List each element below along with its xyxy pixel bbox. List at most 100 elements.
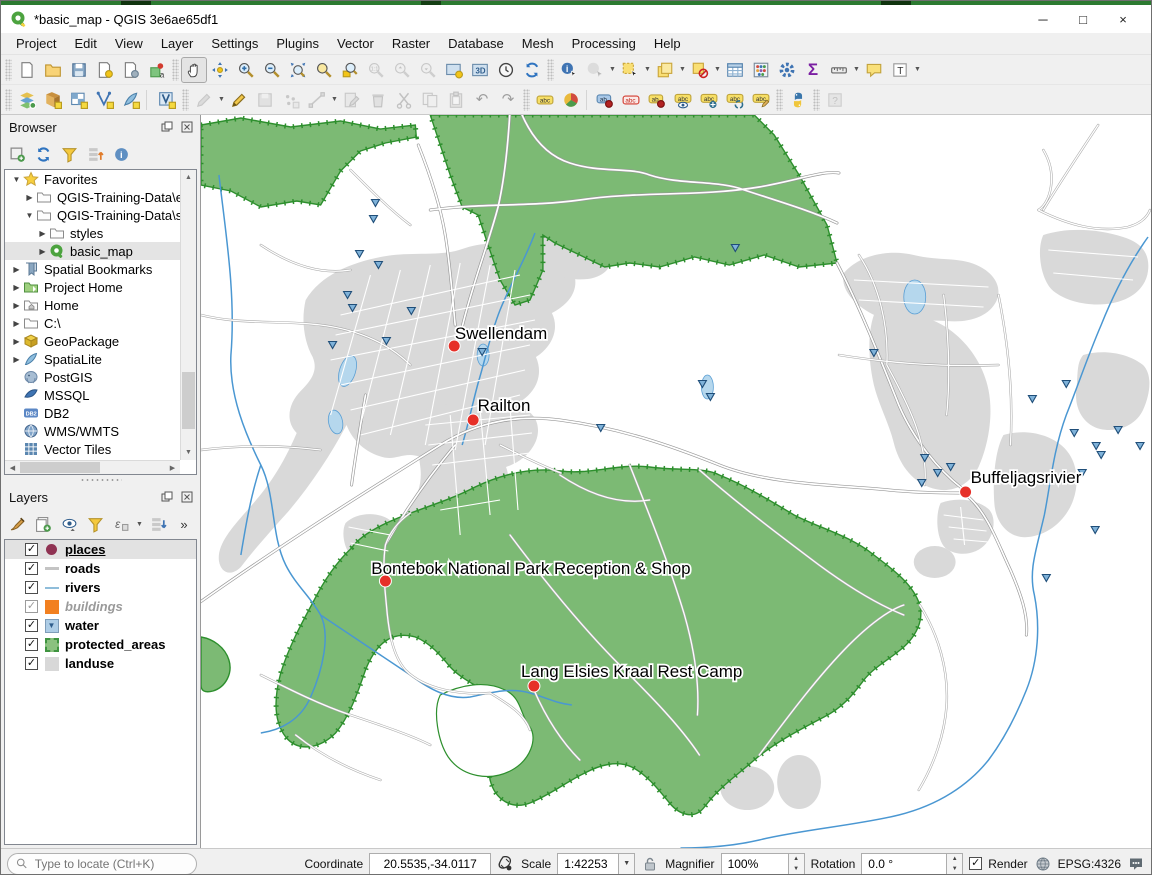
collapse-all-icon[interactable]: [83, 142, 107, 166]
expand-icon[interactable]: ▶: [10, 301, 23, 310]
browser-item-training-data-s[interactable]: ▼QGIS-Training-Data\s: [5, 206, 187, 224]
add-virtual-layer-icon[interactable]: [154, 87, 180, 113]
map-canvas[interactable]: Swellendam Railton Buffeljagsrivier Bont…: [200, 115, 1151, 848]
expand-icon[interactable]: ▶: [10, 265, 23, 274]
scroll-up-icon[interactable]: ▲: [181, 170, 196, 185]
float-panel-icon[interactable]: [158, 489, 176, 505]
layer-checkbox[interactable]: ✓: [25, 543, 38, 556]
dropdown-arrow-icon[interactable]: ▼: [678, 57, 687, 83]
toolbar-grip[interactable]: [776, 89, 783, 111]
toggle-editing-icon[interactable]: [226, 87, 252, 113]
minimize-button[interactable]: ─: [1023, 6, 1063, 32]
paste-features-icon[interactable]: [443, 87, 469, 113]
epsg-status[interactable]: EPSG:4326: [1058, 857, 1121, 871]
layer-labeling-options-icon[interactable]: abc: [532, 87, 558, 113]
place-marker-buffeljagsrivier[interactable]: [960, 486, 972, 498]
temporal-controller-icon[interactable]: [493, 57, 519, 83]
zoom-native-icon[interactable]: 1:1: [363, 57, 389, 83]
cut-features-icon[interactable]: [391, 87, 417, 113]
menu-vector[interactable]: Vector: [328, 34, 383, 53]
menu-database[interactable]: Database: [439, 34, 513, 53]
open-project-icon[interactable]: [40, 57, 66, 83]
browser-vertical-scrollbar[interactable]: ▲▼: [180, 170, 196, 460]
zoom-to-layer-icon[interactable]: [337, 57, 363, 83]
menu-processing[interactable]: Processing: [563, 34, 645, 53]
coordinate-input[interactable]: [369, 853, 491, 875]
map-svg[interactable]: Swellendam Railton Buffeljagsrivier Bont…: [201, 115, 1151, 848]
filter-legend-icon[interactable]: [83, 512, 107, 536]
current-edits-icon[interactable]: [191, 87, 217, 113]
toolbar-grip[interactable]: [547, 59, 554, 81]
change-label-icon[interactable]: abc: [748, 87, 774, 113]
expand-icon[interactable]: ▶: [36, 229, 49, 238]
dropdown-arrow-icon[interactable]: ▼: [217, 87, 226, 113]
copy-features-icon[interactable]: [417, 87, 443, 113]
expand-icon[interactable]: ▶: [10, 319, 23, 328]
layer-row-landuse[interactable]: ✓landuse: [5, 654, 196, 673]
browser-horizontal-scrollbar[interactable]: ◀▶: [5, 460, 180, 474]
layer-checkbox[interactable]: ✓: [25, 562, 38, 575]
spin-down-icon[interactable]: ▼: [789, 864, 804, 874]
add-selected-layers-icon[interactable]: [5, 142, 29, 166]
place-marker-railton[interactable]: [467, 414, 479, 426]
browser-item-favorites[interactable]: ▼Favorites: [5, 170, 187, 188]
zoom-out-icon[interactable]: [259, 57, 285, 83]
layer-row-rivers[interactable]: ✓rivers: [5, 578, 196, 597]
statistical-summary-icon[interactable]: Σ: [800, 57, 826, 83]
options-gear-icon[interactable]: [774, 57, 800, 83]
open-layer-styling-icon[interactable]: [5, 512, 29, 536]
refresh-browser-icon[interactable]: [31, 142, 55, 166]
dropdown-arrow-icon[interactable]: ▼: [643, 57, 652, 83]
modify-attributes-icon[interactable]: [339, 87, 365, 113]
close-button[interactable]: ×: [1103, 6, 1143, 32]
spin-down-icon[interactable]: ▼: [947, 864, 962, 874]
menu-raster[interactable]: Raster: [383, 34, 439, 53]
undo-icon[interactable]: ↶: [469, 87, 495, 113]
crs-globe-icon[interactable]: [1034, 855, 1052, 873]
browser-item-postgis[interactable]: PostGIS: [5, 368, 187, 386]
layer-row-water[interactable]: ✓▼water: [5, 616, 196, 635]
browser-item-spatial-bookmarks[interactable]: ▶Spatial Bookmarks: [5, 260, 187, 278]
add-raster-layer-icon[interactable]: [66, 87, 92, 113]
pan-map-icon[interactable]: [181, 57, 207, 83]
browser-item-mssql[interactable]: MSSQL: [5, 386, 187, 404]
place-marker-lang-elsies[interactable]: [528, 680, 540, 692]
new-3d-map-view-icon[interactable]: 3D: [467, 57, 493, 83]
text-annotation-icon[interactable]: T: [887, 57, 913, 83]
dropdown-arrow-icon[interactable]: ▼: [713, 57, 722, 83]
open-attribute-table-icon[interactable]: [722, 57, 748, 83]
layer-diagram-options-icon[interactable]: [558, 87, 584, 113]
float-panel-icon[interactable]: [158, 119, 176, 135]
deselect-all-icon[interactable]: [687, 57, 713, 83]
expand-icon[interactable]: ▶: [10, 337, 23, 346]
new-print-layout-icon[interactable]: [92, 57, 118, 83]
toolbar-grip[interactable]: [182, 89, 189, 111]
identify-features-icon[interactable]: i: [556, 57, 582, 83]
scrollbar-thumb[interactable]: [182, 372, 195, 429]
browser-item-training-data-e[interactable]: ▶QGIS-Training-Data\e: [5, 188, 187, 206]
browser-item-spatialite[interactable]: ▶SpatiaLite: [5, 350, 187, 368]
layer-checkbox[interactable]: ✓: [25, 581, 38, 594]
expand-icon[interactable]: ▼: [23, 211, 36, 220]
toggle-extents-icon[interactable]: [497, 855, 515, 873]
rotation-input[interactable]: [861, 853, 947, 875]
redo-icon[interactable]: ↷: [495, 87, 521, 113]
vertex-tool-icon[interactable]: [304, 87, 330, 113]
close-panel-icon[interactable]: [178, 119, 196, 135]
expand-icon[interactable]: ▶: [23, 193, 36, 202]
zoom-last-icon[interactable]: [389, 57, 415, 83]
lock-scale-icon[interactable]: [641, 855, 659, 873]
filter-by-expression-icon[interactable]: ε: [109, 512, 133, 536]
menu-settings[interactable]: Settings: [202, 34, 267, 53]
layer-row-protected-areas[interactable]: ✓protected_areas: [5, 635, 196, 654]
expand-collapse-all-icon[interactable]: [146, 512, 170, 536]
menu-project[interactable]: Project: [7, 34, 65, 53]
delete-selected-icon[interactable]: [365, 87, 391, 113]
dropdown-arrow-icon[interactable]: ▼: [913, 57, 922, 83]
browser-item-vector-tiles[interactable]: Vector Tiles: [5, 440, 187, 458]
save-project-icon[interactable]: [66, 57, 92, 83]
measure-icon[interactable]: [826, 57, 852, 83]
field-calculator-icon[interactable]: [748, 57, 774, 83]
maximize-button[interactable]: □: [1063, 6, 1103, 32]
refresh-icon[interactable]: [519, 57, 545, 83]
